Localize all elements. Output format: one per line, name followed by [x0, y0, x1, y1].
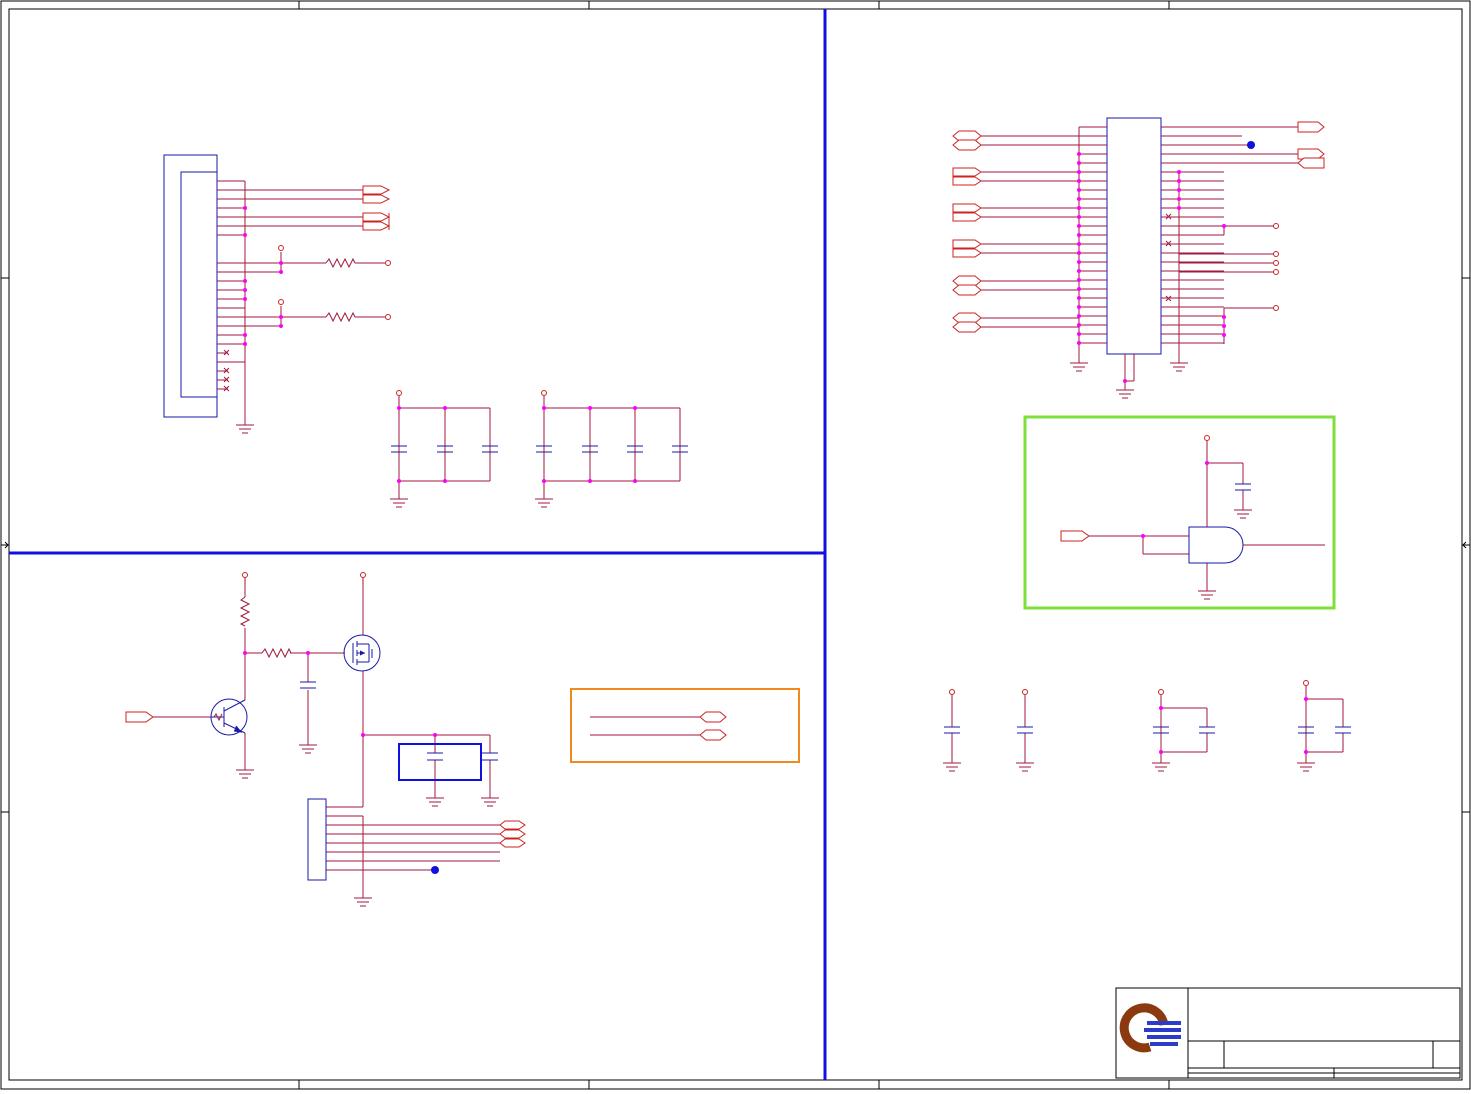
resistor-icon — [325, 311, 356, 323]
junction-dot — [1077, 152, 1081, 156]
section-dividers — [9, 9, 827, 1080]
junction-dot — [1077, 161, 1081, 165]
ic-left-wires — [1079, 126, 1107, 344]
port-arrow-icon — [362, 185, 391, 231]
junction-dot — [1077, 305, 1081, 309]
main-ic — [1106, 117, 1162, 355]
mosfet-icon — [343, 634, 381, 672]
green-highlight-box — [1023, 415, 1336, 610]
resistor-icon — [261, 647, 292, 659]
net-tie-dot — [431, 866, 439, 874]
junction-dot — [1077, 296, 1081, 300]
junction-dot — [1077, 260, 1081, 264]
junction-dot — [1077, 233, 1081, 237]
port-arrow-icon — [125, 711, 154, 723]
junction-dot — [1177, 179, 1181, 183]
power-pin-icon — [1273, 223, 1279, 311]
title-block — [1115, 987, 1461, 1079]
power-pin-icon — [1204, 435, 1210, 441]
port-arrow-icon — [699, 711, 727, 741]
port-arrow-icon — [499, 820, 526, 848]
ground-icon — [535, 498, 553, 508]
junction-dot — [1077, 179, 1081, 183]
power-pin-icon — [949, 680, 1309, 695]
net-tie-dot — [1247, 141, 1255, 149]
border-arrow-right — [1462, 541, 1469, 549]
no-connect-marks — [1165, 213, 1172, 302]
capacitor-icon — [427, 752, 498, 761]
junction-dot — [1177, 170, 1181, 174]
ground-icon — [236, 424, 254, 434]
junction-dot — [1077, 323, 1081, 327]
decoupling-bank-2 — [543, 396, 681, 499]
junction-dot — [1077, 341, 1081, 345]
orange-highlight-box — [570, 688, 800, 763]
junction-dot — [1077, 278, 1081, 282]
edge-connector — [163, 154, 218, 418]
power-pin-icon — [278, 245, 391, 320]
ground-icon — [943, 762, 1315, 772]
junction-dot — [1077, 206, 1081, 210]
power-pin-icon — [541, 390, 547, 396]
ic-right-wires — [1161, 171, 1224, 344]
power-header-connector — [307, 798, 327, 881]
junction-dot — [1177, 188, 1181, 192]
junction-dot — [1077, 269, 1081, 273]
junction-dot — [1077, 251, 1081, 255]
junction-dot — [1077, 215, 1081, 219]
capacitor-icon — [536, 445, 688, 453]
output-cap-block — [398, 743, 498, 781]
resistor-icon — [325, 257, 356, 269]
power-pin-icon — [396, 390, 402, 396]
npn-transistor-icon — [210, 698, 248, 736]
border-arrow-left — [2, 541, 9, 549]
junction-dot — [1077, 170, 1081, 174]
junction-dot — [1177, 197, 1181, 201]
power-pin-icon — [242, 572, 366, 578]
schematic-sheet — [0, 0, 1471, 1090]
connector-pin-wires — [217, 180, 385, 425]
junction-dot — [1077, 197, 1081, 201]
capacitor-icon — [944, 726, 1351, 734]
junction-dot — [1077, 242, 1081, 246]
schematic-canvas — [0, 0, 1471, 1090]
port-arrow-icon — [1060, 530, 1090, 542]
and-gate-icon — [1188, 526, 1244, 564]
ground-icon — [390, 498, 408, 508]
junction-dot — [1077, 287, 1081, 291]
capacitor-icon — [1235, 483, 1251, 491]
decoupling-bank-1 — [398, 396, 491, 499]
junction-dot — [1177, 206, 1181, 210]
junction-dot — [1077, 332, 1081, 336]
junction-dot — [1077, 224, 1081, 228]
company-logo-icon — [1119, 1003, 1181, 1053]
bottom-right-decoupling — [943, 680, 1351, 772]
junction-dot — [1077, 188, 1081, 192]
resistor-icon — [239, 596, 251, 627]
junction-dot — [1077, 314, 1081, 318]
capacitor-icon — [300, 681, 316, 689]
